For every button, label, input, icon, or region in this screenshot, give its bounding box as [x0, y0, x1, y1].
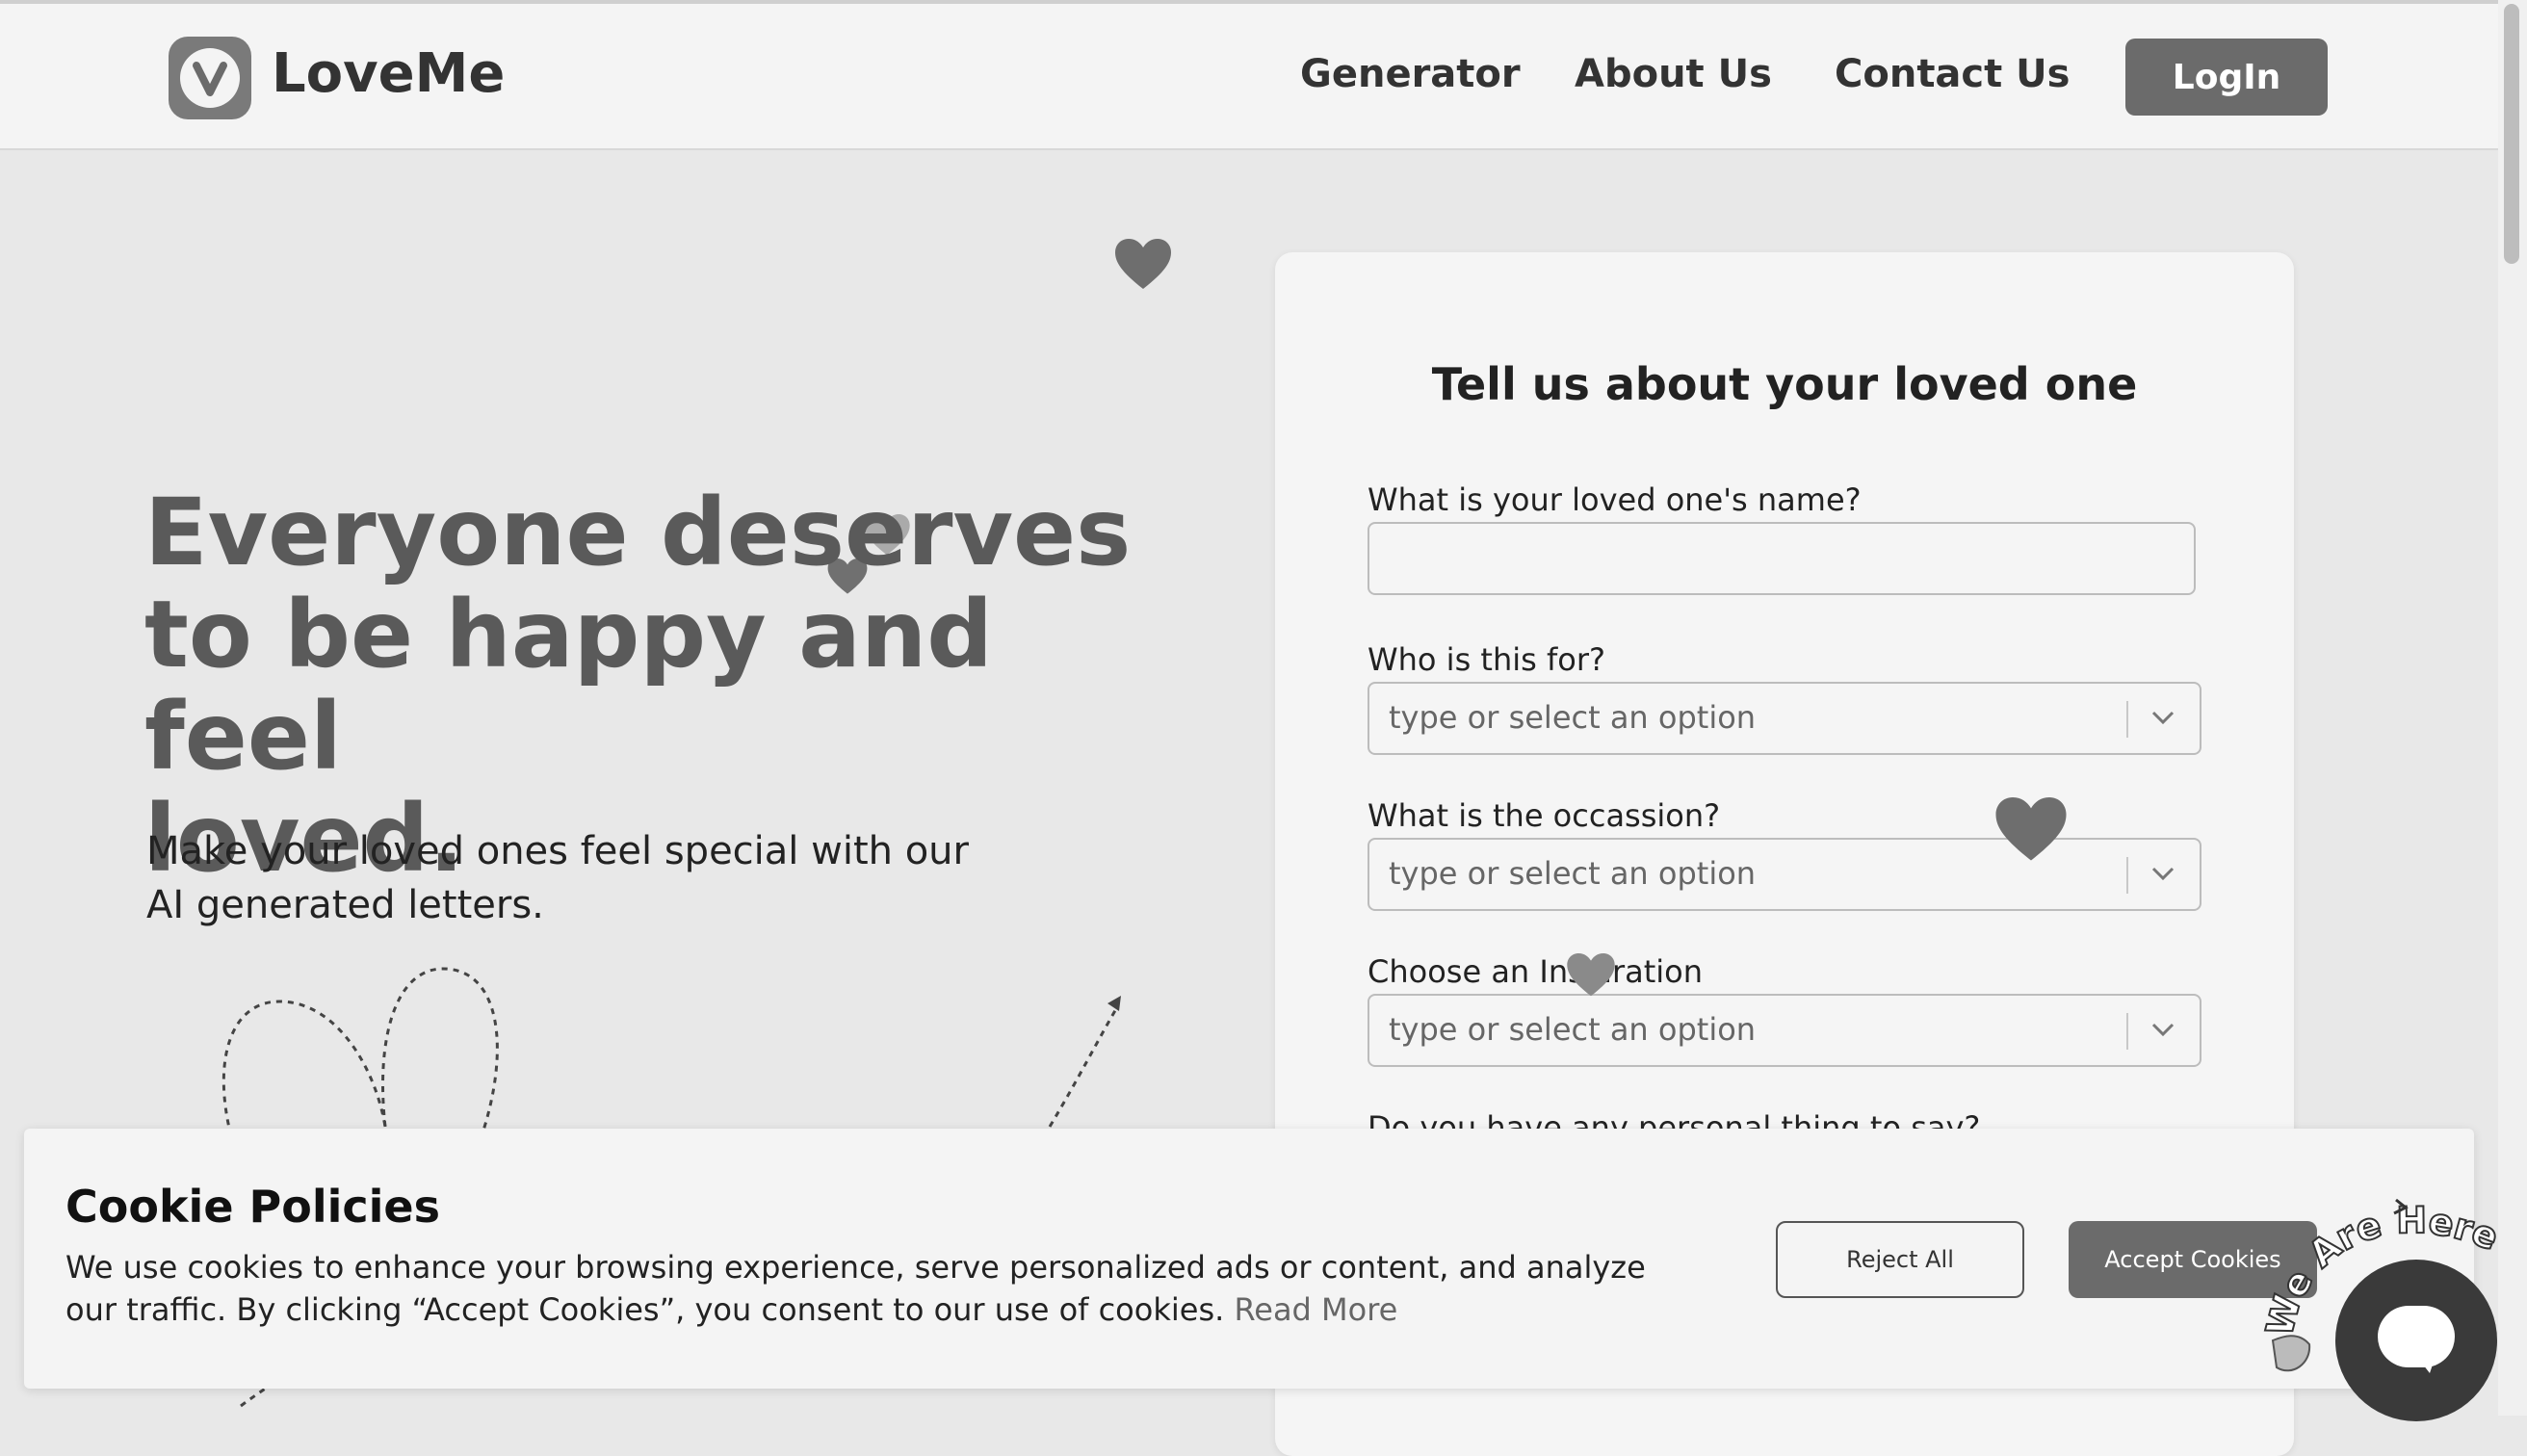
heart-icon: [1995, 797, 2067, 861]
chevron-down-icon[interactable]: [2144, 1005, 2182, 1053]
occasion-select-placeholder: type or select an option: [1389, 855, 1757, 892]
heart-icon: [1567, 953, 1615, 997]
cookie-text: We use cookies to enhance your browsing …: [65, 1246, 1703, 1331]
cookie-title: Cookie Policies: [65, 1181, 441, 1233]
cookie-banner: Cookie Policies We use cookies to enhanc…: [24, 1129, 2474, 1389]
inspiration-label: Choose an Inspiration: [1368, 953, 1704, 990]
scrollbar-thumb[interactable]: [2504, 4, 2519, 264]
logo-icon[interactable]: [169, 37, 251, 119]
hero-title-line: to be happy and feel: [144, 581, 993, 791]
reject-all-button[interactable]: Reject All: [1776, 1221, 2024, 1298]
select-separator: [2126, 857, 2128, 894]
select-separator: [2126, 701, 2128, 738]
nav-generator[interactable]: Generator: [1300, 52, 1521, 96]
chat-button[interactable]: [2335, 1260, 2497, 1421]
chevron-down-icon[interactable]: [2144, 693, 2182, 741]
nav-contact-us[interactable]: Contact Us: [1835, 52, 2070, 96]
who-label: Who is this for?: [1368, 641, 1605, 678]
name-input[interactable]: [1368, 522, 2196, 595]
form-title: Tell us about your loved one: [1431, 358, 2138, 410]
cookie-body: We use cookies to enhance your browsing …: [65, 1249, 1646, 1328]
site-header: LoveMe Generator About Us Contact Us Log…: [0, 4, 2498, 150]
login-button[interactable]: LogIn: [2125, 39, 2328, 116]
who-select-placeholder: type or select an option: [1389, 699, 1757, 736]
nav-about-us[interactable]: About Us: [1575, 52, 1772, 96]
hero-title-line: Everyone deserves: [144, 479, 1132, 586]
read-more-link[interactable]: Read More: [1234, 1291, 1397, 1328]
occasion-select[interactable]: type or select an option: [1368, 838, 2201, 911]
occasion-label: What is the occassion?: [1368, 797, 1721, 834]
who-select[interactable]: type or select an option: [1368, 682, 2201, 755]
waving-hand-icon: [2271, 1335, 2311, 1372]
brand-name[interactable]: LoveMe: [272, 42, 505, 105]
inspiration-select-placeholder: type or select an option: [1389, 1011, 1757, 1048]
chevron-down-icon[interactable]: [2144, 849, 2182, 897]
hero-subtitle: Make your loved ones feel special with o…: [146, 829, 969, 927]
heart-icon: [1115, 239, 1171, 289]
inspiration-select[interactable]: type or select an option: [1368, 994, 2201, 1067]
name-label: What is your loved one's name?: [1368, 481, 1862, 518]
chat-bubble-tail: [2416, 1356, 2436, 1373]
select-separator: [2126, 1013, 2128, 1050]
